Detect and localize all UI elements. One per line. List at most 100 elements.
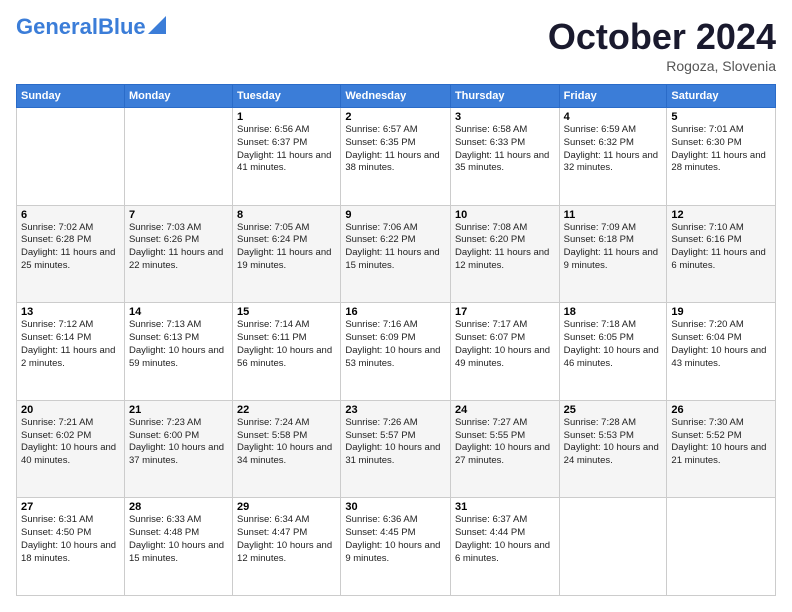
day-number: 11 — [564, 209, 663, 221]
day-number: 8 — [237, 209, 336, 221]
daylight-text: Daylight: 10 hours and 37 minutes. — [129, 442, 228, 468]
col-tuesday: Tuesday — [233, 85, 341, 108]
daylight-text: Daylight: 11 hours and 25 minutes. — [21, 247, 120, 273]
day-number: 24 — [455, 404, 555, 416]
sunset-text: Sunset: 5:58 PM — [237, 430, 336, 443]
day-number: 30 — [345, 501, 446, 513]
table-row: 27 Sunrise: 6:31 AM Sunset: 4:50 PM Dayl… — [17, 498, 125, 596]
day-info: Sunrise: 7:28 AM Sunset: 5:53 PM Dayligh… — [564, 417, 663, 468]
day-info: Sunrise: 7:26 AM Sunset: 5:57 PM Dayligh… — [345, 417, 446, 468]
logo: GeneralBlue — [16, 16, 166, 38]
sunrise-text: Sunrise: 7:10 AM — [671, 222, 771, 235]
calendar-week-row: 20 Sunrise: 7:21 AM Sunset: 6:02 PM Dayl… — [17, 400, 776, 498]
day-number: 20 — [21, 404, 120, 416]
sunset-text: Sunset: 4:48 PM — [129, 527, 228, 540]
table-row — [667, 498, 776, 596]
day-number: 16 — [345, 306, 446, 318]
sunset-text: Sunset: 6:37 PM — [237, 137, 336, 150]
col-wednesday: Wednesday — [341, 85, 451, 108]
sunset-text: Sunset: 5:52 PM — [671, 430, 771, 443]
daylight-text: Daylight: 11 hours and 41 minutes. — [237, 150, 336, 176]
logo-icon — [148, 16, 166, 34]
table-row: 9 Sunrise: 7:06 AM Sunset: 6:22 PM Dayli… — [341, 205, 451, 303]
sunset-text: Sunset: 6:00 PM — [129, 430, 228, 443]
day-number: 25 — [564, 404, 663, 416]
sunrise-text: Sunrise: 7:16 AM — [345, 319, 446, 332]
day-info: Sunrise: 6:58 AM Sunset: 6:33 PM Dayligh… — [455, 124, 555, 175]
sunrise-text: Sunrise: 6:36 AM — [345, 514, 446, 527]
sunrise-text: Sunrise: 7:21 AM — [21, 417, 120, 430]
sunset-text: Sunset: 4:47 PM — [237, 527, 336, 540]
sunrise-text: Sunrise: 7:06 AM — [345, 222, 446, 235]
day-number: 17 — [455, 306, 555, 318]
table-row: 3 Sunrise: 6:58 AM Sunset: 6:33 PM Dayli… — [450, 108, 559, 206]
daylight-text: Daylight: 10 hours and 53 minutes. — [345, 345, 446, 371]
table-row: 4 Sunrise: 6:59 AM Sunset: 6:32 PM Dayli… — [559, 108, 667, 206]
sunrise-text: Sunrise: 6:58 AM — [455, 124, 555, 137]
day-info: Sunrise: 7:01 AM Sunset: 6:30 PM Dayligh… — [671, 124, 771, 175]
sunrise-text: Sunrise: 7:27 AM — [455, 417, 555, 430]
table-row: 6 Sunrise: 7:02 AM Sunset: 6:28 PM Dayli… — [17, 205, 125, 303]
sunset-text: Sunset: 5:53 PM — [564, 430, 663, 443]
daylight-text: Daylight: 10 hours and 15 minutes. — [129, 540, 228, 566]
day-number: 4 — [564, 111, 663, 123]
sunset-text: Sunset: 6:26 PM — [129, 234, 228, 247]
daylight-text: Daylight: 11 hours and 32 minutes. — [564, 150, 663, 176]
table-row: 23 Sunrise: 7:26 AM Sunset: 5:57 PM Dayl… — [341, 400, 451, 498]
day-info: Sunrise: 7:27 AM Sunset: 5:55 PM Dayligh… — [455, 417, 555, 468]
day-info: Sunrise: 7:13 AM Sunset: 6:13 PM Dayligh… — [129, 319, 228, 370]
calendar-week-row: 13 Sunrise: 7:12 AM Sunset: 6:14 PM Dayl… — [17, 303, 776, 401]
table-row: 26 Sunrise: 7:30 AM Sunset: 5:52 PM Dayl… — [667, 400, 776, 498]
day-info: Sunrise: 7:24 AM Sunset: 5:58 PM Dayligh… — [237, 417, 336, 468]
day-number: 5 — [671, 111, 771, 123]
daylight-text: Daylight: 11 hours and 2 minutes. — [21, 345, 120, 371]
col-saturday: Saturday — [667, 85, 776, 108]
day-number: 2 — [345, 111, 446, 123]
sunrise-text: Sunrise: 7:13 AM — [129, 319, 228, 332]
sunrise-text: Sunrise: 7:14 AM — [237, 319, 336, 332]
calendar-table: Sunday Monday Tuesday Wednesday Thursday… — [16, 84, 776, 596]
day-number: 26 — [671, 404, 771, 416]
table-row: 8 Sunrise: 7:05 AM Sunset: 6:24 PM Dayli… — [233, 205, 341, 303]
day-info: Sunrise: 7:23 AM Sunset: 6:00 PM Dayligh… — [129, 417, 228, 468]
day-number: 12 — [671, 209, 771, 221]
daylight-text: Daylight: 10 hours and 34 minutes. — [237, 442, 336, 468]
day-info: Sunrise: 7:18 AM Sunset: 6:05 PM Dayligh… — [564, 319, 663, 370]
day-number: 19 — [671, 306, 771, 318]
day-info: Sunrise: 6:36 AM Sunset: 4:45 PM Dayligh… — [345, 514, 446, 565]
sunrise-text: Sunrise: 7:03 AM — [129, 222, 228, 235]
sunrise-text: Sunrise: 6:37 AM — [455, 514, 555, 527]
sunrise-text: Sunrise: 6:33 AM — [129, 514, 228, 527]
day-info: Sunrise: 6:59 AM Sunset: 6:32 PM Dayligh… — [564, 124, 663, 175]
page: GeneralBlue October 2024 Rogoza, Sloveni… — [0, 0, 792, 612]
daylight-text: Daylight: 10 hours and 59 minutes. — [129, 345, 228, 371]
day-info: Sunrise: 6:31 AM Sunset: 4:50 PM Dayligh… — [21, 514, 120, 565]
table-row: 24 Sunrise: 7:27 AM Sunset: 5:55 PM Dayl… — [450, 400, 559, 498]
col-friday: Friday — [559, 85, 667, 108]
sunrise-text: Sunrise: 6:31 AM — [21, 514, 120, 527]
day-info: Sunrise: 6:33 AM Sunset: 4:48 PM Dayligh… — [129, 514, 228, 565]
day-number: 27 — [21, 501, 120, 513]
calendar-week-row: 27 Sunrise: 6:31 AM Sunset: 4:50 PM Dayl… — [17, 498, 776, 596]
day-number: 21 — [129, 404, 228, 416]
daylight-text: Daylight: 10 hours and 43 minutes. — [671, 345, 771, 371]
daylight-text: Daylight: 11 hours and 35 minutes. — [455, 150, 555, 176]
day-info: Sunrise: 7:02 AM Sunset: 6:28 PM Dayligh… — [21, 222, 120, 273]
day-info: Sunrise: 7:12 AM Sunset: 6:14 PM Dayligh… — [21, 319, 120, 370]
table-row: 21 Sunrise: 7:23 AM Sunset: 6:00 PM Dayl… — [124, 400, 232, 498]
table-row: 18 Sunrise: 7:18 AM Sunset: 6:05 PM Dayl… — [559, 303, 667, 401]
table-row: 2 Sunrise: 6:57 AM Sunset: 6:35 PM Dayli… — [341, 108, 451, 206]
day-info: Sunrise: 7:06 AM Sunset: 6:22 PM Dayligh… — [345, 222, 446, 273]
col-thursday: Thursday — [450, 85, 559, 108]
day-info: Sunrise: 7:05 AM Sunset: 6:24 PM Dayligh… — [237, 222, 336, 273]
sunset-text: Sunset: 4:44 PM — [455, 527, 555, 540]
day-info: Sunrise: 7:03 AM Sunset: 6:26 PM Dayligh… — [129, 222, 228, 273]
sunset-text: Sunset: 6:05 PM — [564, 332, 663, 345]
day-info: Sunrise: 6:57 AM Sunset: 6:35 PM Dayligh… — [345, 124, 446, 175]
sunrise-text: Sunrise: 6:34 AM — [237, 514, 336, 527]
sunset-text: Sunset: 6:33 PM — [455, 137, 555, 150]
day-number: 10 — [455, 209, 555, 221]
sunrise-text: Sunrise: 7:05 AM — [237, 222, 336, 235]
daylight-text: Daylight: 11 hours and 6 minutes. — [671, 247, 771, 273]
sunrise-text: Sunrise: 7:17 AM — [455, 319, 555, 332]
